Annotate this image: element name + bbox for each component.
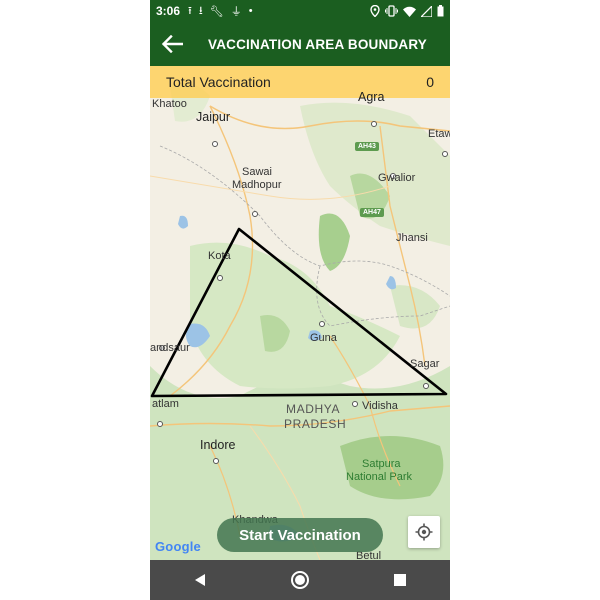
city-label-jaipur: Jaipur <box>196 110 231 124</box>
status-time: 3:06 <box>156 4 181 18</box>
city-label-khatoo: Khatoo <box>152 98 187 110</box>
status-bar: 3:06 ⭱ ⭳ 🔧︎ ⏚ • <box>150 0 450 22</box>
city-label-sawai-1: Sawai <box>242 166 272 178</box>
my-location-button[interactable] <box>408 516 440 548</box>
google-logo-text: Google <box>155 539 201 554</box>
wifi-icon <box>403 6 416 17</box>
arrow-left-icon <box>161 35 183 53</box>
city-label-guna: Guna <box>310 332 337 344</box>
highway-shield-ah47: AH47 <box>360 208 384 217</box>
total-vaccination-label: Total Vaccination <box>166 74 271 90</box>
battery-icon <box>437 5 444 17</box>
google-attribution: Google <box>155 539 201 554</box>
city-label-indore: Indore <box>200 438 236 452</box>
location-icon <box>370 5 380 17</box>
city-label-gwalior: Gwalior <box>378 172 416 184</box>
wrench-icon: 🔧︎ <box>209 5 224 18</box>
home-circle-icon <box>291 571 309 589</box>
park-label-1: Satpura <box>362 458 401 470</box>
map-canvas <box>150 66 450 560</box>
park-label-2: National Park <box>346 471 413 483</box>
back-triangle-icon <box>195 574 205 586</box>
state-label-2: PRADESH <box>284 417 347 431</box>
nav-back-button[interactable] <box>180 560 220 600</box>
total-vaccination-bar: Total Vaccination 0 <box>150 66 450 98</box>
state-label-1: MADHYA <box>286 402 341 416</box>
city-label-etawah: Etaw <box>428 128 450 140</box>
status-icons-right <box>370 5 444 17</box>
total-vaccination-count: 0 <box>426 74 434 90</box>
usb-icon: ⏚ <box>230 6 242 18</box>
upload-icon: ⭱ <box>188 4 192 17</box>
system-nav-bar <box>150 560 450 600</box>
nav-recents-button[interactable] <box>380 560 420 600</box>
back-button[interactable] <box>154 22 190 66</box>
city-label-agra: Agra <box>358 90 385 104</box>
city-label-sawai-2: Madhopur <box>232 179 282 191</box>
app-bar: VACCINATION AREA BOUNDARY <box>150 22 450 66</box>
page-title: VACCINATION AREA BOUNDARY <box>208 36 427 52</box>
signal-icon <box>421 5 432 17</box>
city-label-kota: Kota <box>208 250 231 262</box>
vibrate-icon <box>385 5 398 17</box>
phone-screen: 3:06 ⭱ ⭳ 🔧︎ ⏚ • VACCINATION AREA BOUNDAR… <box>150 0 450 600</box>
city-label-ratlam: atlam <box>152 398 179 410</box>
start-vaccination-button[interactable]: Start Vaccination <box>217 518 383 552</box>
city-label-jhansi: Jhansi <box>396 232 428 244</box>
download-icon: ⭳ <box>198 4 203 17</box>
highway-shield-ah43: AH43 <box>355 142 379 151</box>
city-label-sagar: Sagar <box>410 358 440 370</box>
city-label-vidisha: Vidisha <box>362 400 398 412</box>
nav-home-button[interactable] <box>280 560 320 600</box>
dot-icon: • <box>248 5 253 17</box>
map-view[interactable]: Khatoo Jaipur Agra Etaw AH43 Sawai Madho… <box>150 66 450 562</box>
city-label-mandsaur: andsaur <box>150 342 190 354</box>
recents-square-icon <box>394 574 406 586</box>
crosshair-icon <box>415 523 433 541</box>
